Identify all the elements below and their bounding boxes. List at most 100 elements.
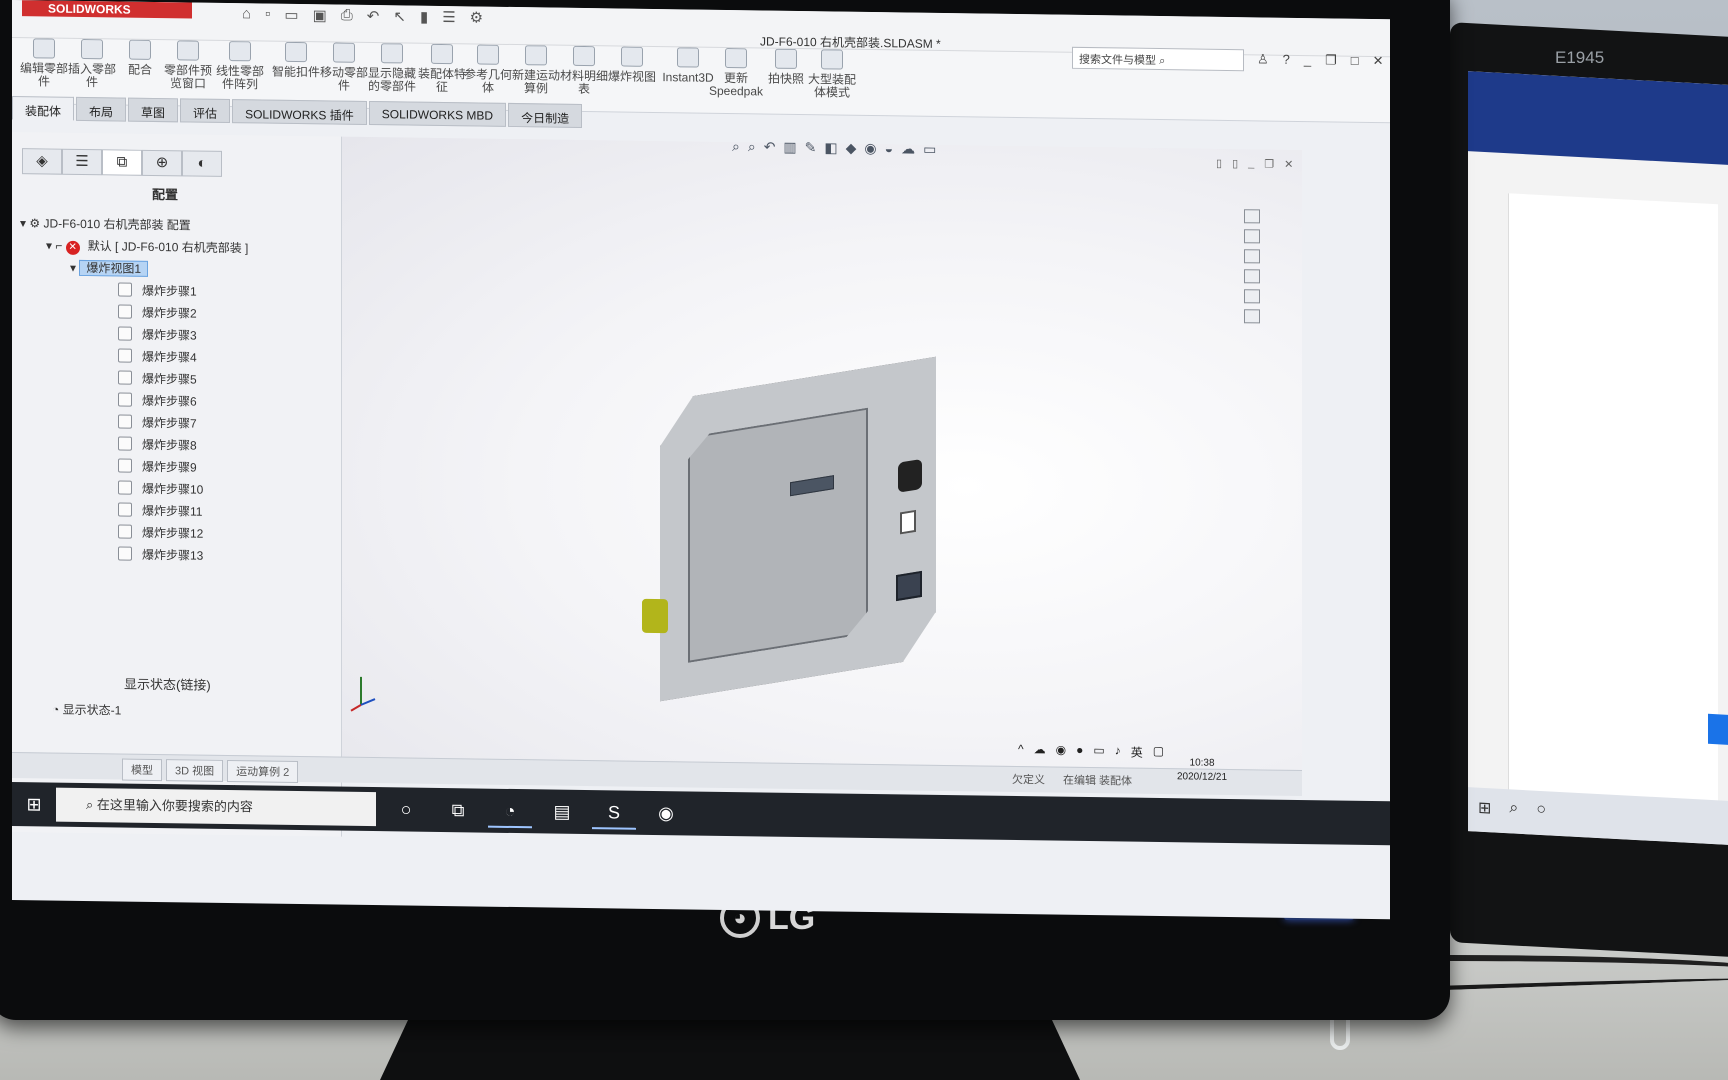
tree-default-config[interactable]: ▾ ⌐ ✕ 默认 [ JD-F6-010 右机壳部装 ] xyxy=(20,234,248,259)
new-file-icon[interactable]: ▫ xyxy=(265,6,270,24)
tree-explode-step[interactable]: 爆炸步骤7 xyxy=(20,410,248,435)
section-view-icon[interactable]: ▥ xyxy=(783,139,796,156)
split-icon[interactable]: ▯ xyxy=(1216,157,1222,170)
maximize-icon[interactable]: □ xyxy=(1351,53,1359,69)
user-icon[interactable]: ♙ xyxy=(1257,51,1269,67)
search-icon[interactable]: ⌕ xyxy=(1509,799,1518,823)
resources-icon[interactable] xyxy=(1244,209,1260,224)
taskbar-search-box[interactable]: ⌕ 在这里输入你要搜索的内容 xyxy=(56,787,376,827)
tree-explode-step[interactable]: 爆炸步骤1 xyxy=(20,278,248,303)
dynamic-annotation-icon[interactable]: ✎ xyxy=(805,139,817,156)
close-icon[interactable]: ✕ xyxy=(1284,158,1293,171)
tab-motion-study[interactable]: 运动算例 2 xyxy=(227,760,299,783)
restore-icon[interactable]: ❐ xyxy=(1325,52,1337,68)
3d-assembly-model[interactable] xyxy=(660,357,936,702)
tab-manufacturing[interactable]: 今日制造 xyxy=(508,102,583,128)
tab-sketch[interactable]: 草图 xyxy=(128,97,179,123)
file-explorer-icon[interactable]: ▤ xyxy=(540,794,584,829)
custom-properties-icon[interactable] xyxy=(1244,309,1260,324)
home-icon[interactable]: ⌂ xyxy=(242,5,251,23)
close-icon[interactable]: ✕ xyxy=(1373,53,1384,69)
tree-explode-step[interactable]: 爆炸步骤2 xyxy=(20,300,248,325)
tree-explode-step[interactable]: 爆炸步骤12 xyxy=(20,520,248,545)
notification-icon[interactable]: ▢ xyxy=(1153,744,1164,761)
split-icon[interactable]: ▯ xyxy=(1232,157,1238,170)
minimize-icon[interactable]: _ xyxy=(1304,52,1311,68)
tree-explode-step[interactable]: 爆炸步骤10 xyxy=(20,476,248,501)
netease-music-icon[interactable]: ◉ xyxy=(644,796,688,831)
tab-addins[interactable]: SOLIDWORKS 插件 xyxy=(232,99,367,125)
tree-explode-step[interactable]: 爆炸步骤5 xyxy=(20,366,248,391)
volume-icon[interactable]: ♪ xyxy=(1115,743,1121,760)
open-icon[interactable]: ▭ xyxy=(284,6,298,24)
zoom-area-icon[interactable]: ⌕ xyxy=(748,138,756,155)
property-manager-tab-icon[interactable]: ☰ xyxy=(62,148,102,176)
view-orientation-icon[interactable]: ◧ xyxy=(824,139,837,156)
view-palette-icon[interactable] xyxy=(1244,269,1260,284)
hide-show-icon[interactable]: ◉ xyxy=(864,140,876,157)
minimize-icon[interactable]: _ xyxy=(1248,157,1254,170)
tree-explode-step[interactable]: 爆炸步骤9 xyxy=(20,454,248,479)
undo-icon[interactable]: ↶ xyxy=(367,7,380,25)
edit-appearance-icon[interactable]: ◒ xyxy=(885,140,893,157)
appearances-icon[interactable] xyxy=(1244,289,1260,304)
zoom-to-fit-icon[interactable]: ⌕ xyxy=(732,138,740,155)
tab-3d-views[interactable]: 3D 视图 xyxy=(166,759,224,782)
tree-explode-step[interactable]: 爆炸步骤11 xyxy=(20,498,248,523)
ribbon-button[interactable]: 显示隐藏的零部件 xyxy=(364,43,420,94)
ribbon-button[interactable]: 更新Speedpak xyxy=(708,47,764,99)
previous-view-icon[interactable]: ↶ xyxy=(764,138,776,155)
tab-model[interactable]: 模型 xyxy=(122,758,162,782)
tree-explode-step[interactable]: 爆炸步骤13 xyxy=(20,542,248,567)
display-state-item[interactable]: ◔ 显示状态-1 xyxy=(52,701,121,719)
wechat-icon[interactable]: ● xyxy=(1076,743,1083,760)
tree-root[interactable]: ▾ ⚙ JD-F6-010 右机壳部装 配置 xyxy=(20,212,248,237)
taskbar-clock[interactable]: 10:38 2020/12/21 xyxy=(1177,756,1227,785)
search-icon[interactable]: ⌕ xyxy=(1159,55,1165,67)
windows-start-icon[interactable]: ⊞ xyxy=(12,794,56,816)
collapse-icon[interactable]: ▾ xyxy=(20,216,29,230)
tray-chevron-icon[interactable]: ^ xyxy=(1018,742,1024,759)
tree-explode-step[interactable]: 爆炸步骤3 xyxy=(20,322,248,347)
select-icon[interactable]: ↖ xyxy=(393,7,406,25)
cloud-icon[interactable]: ☁ xyxy=(1034,742,1046,759)
tab-assembly[interactable]: 装配体 xyxy=(12,96,75,121)
cortana-icon[interactable]: ○ xyxy=(1536,801,1546,826)
solidworks-logo[interactable]: SOLIDWORKS xyxy=(22,0,192,19)
ribbon-button[interactable]: 大型装配体模式 xyxy=(804,49,860,100)
collapse-icon[interactable]: ▾ xyxy=(46,238,55,252)
design-library-icon[interactable] xyxy=(1244,229,1260,244)
display-manager-tab-icon[interactable]: ◐ xyxy=(182,150,222,177)
tab-evaluate[interactable]: 评估 xyxy=(180,98,231,124)
options-gear-icon[interactable]: ⚙ xyxy=(470,8,483,26)
cortana-icon[interactable]: ○ xyxy=(384,792,428,827)
ribbon-button[interactable]: 线性零部件阵列 xyxy=(212,41,268,92)
solidworks-taskbar-icon[interactable]: S xyxy=(592,795,636,830)
dimxpert-tab-icon[interactable]: ⊕ xyxy=(142,149,182,177)
file-explorer-icon[interactable] xyxy=(1244,249,1260,264)
configuration-manager-tab-icon[interactable]: ⧉ xyxy=(102,149,142,176)
print-icon[interactable]: ⎙ xyxy=(341,7,353,25)
netease-icon[interactable]: ◉ xyxy=(1056,743,1066,760)
view-settings-icon[interactable]: ▭ xyxy=(923,141,936,158)
help-icon[interactable]: ? xyxy=(1283,52,1290,68)
feature-manager-tab-icon[interactable]: ◈ xyxy=(22,148,62,175)
ribbon-button[interactable]: 零部件预览窗口 xyxy=(160,40,216,91)
tab-layout[interactable]: 布局 xyxy=(76,96,127,122)
display-style-icon[interactable]: ◆ xyxy=(846,140,857,157)
tree-explode-step[interactable]: 爆炸步骤8 xyxy=(20,432,248,457)
tree-explode-step[interactable]: 爆炸步骤4 xyxy=(20,344,248,369)
windows-icon[interactable]: ⊞ xyxy=(1478,798,1491,823)
save-icon[interactable]: ▣ xyxy=(313,6,327,24)
tree-explode-step[interactable]: 爆炸步骤6 xyxy=(20,388,248,413)
edge-icon[interactable]: ◔ xyxy=(488,793,532,829)
tab-mbd[interactable]: SOLIDWORKS MBD xyxy=(368,100,507,127)
rebuild-icon[interactable]: ▮ xyxy=(420,8,428,26)
restore-icon[interactable]: ❐ xyxy=(1264,157,1274,170)
ime-indicator[interactable]: 英 xyxy=(1131,744,1143,761)
blue-button[interactable] xyxy=(1708,713,1728,745)
network-icon[interactable]: ▭ xyxy=(1093,743,1104,760)
search-input[interactable]: 搜索文件与模型 ⌕ xyxy=(1072,46,1244,72)
file-properties-icon[interactable]: ☰ xyxy=(442,8,455,26)
task-view-icon[interactable]: ⧉ xyxy=(436,793,480,828)
